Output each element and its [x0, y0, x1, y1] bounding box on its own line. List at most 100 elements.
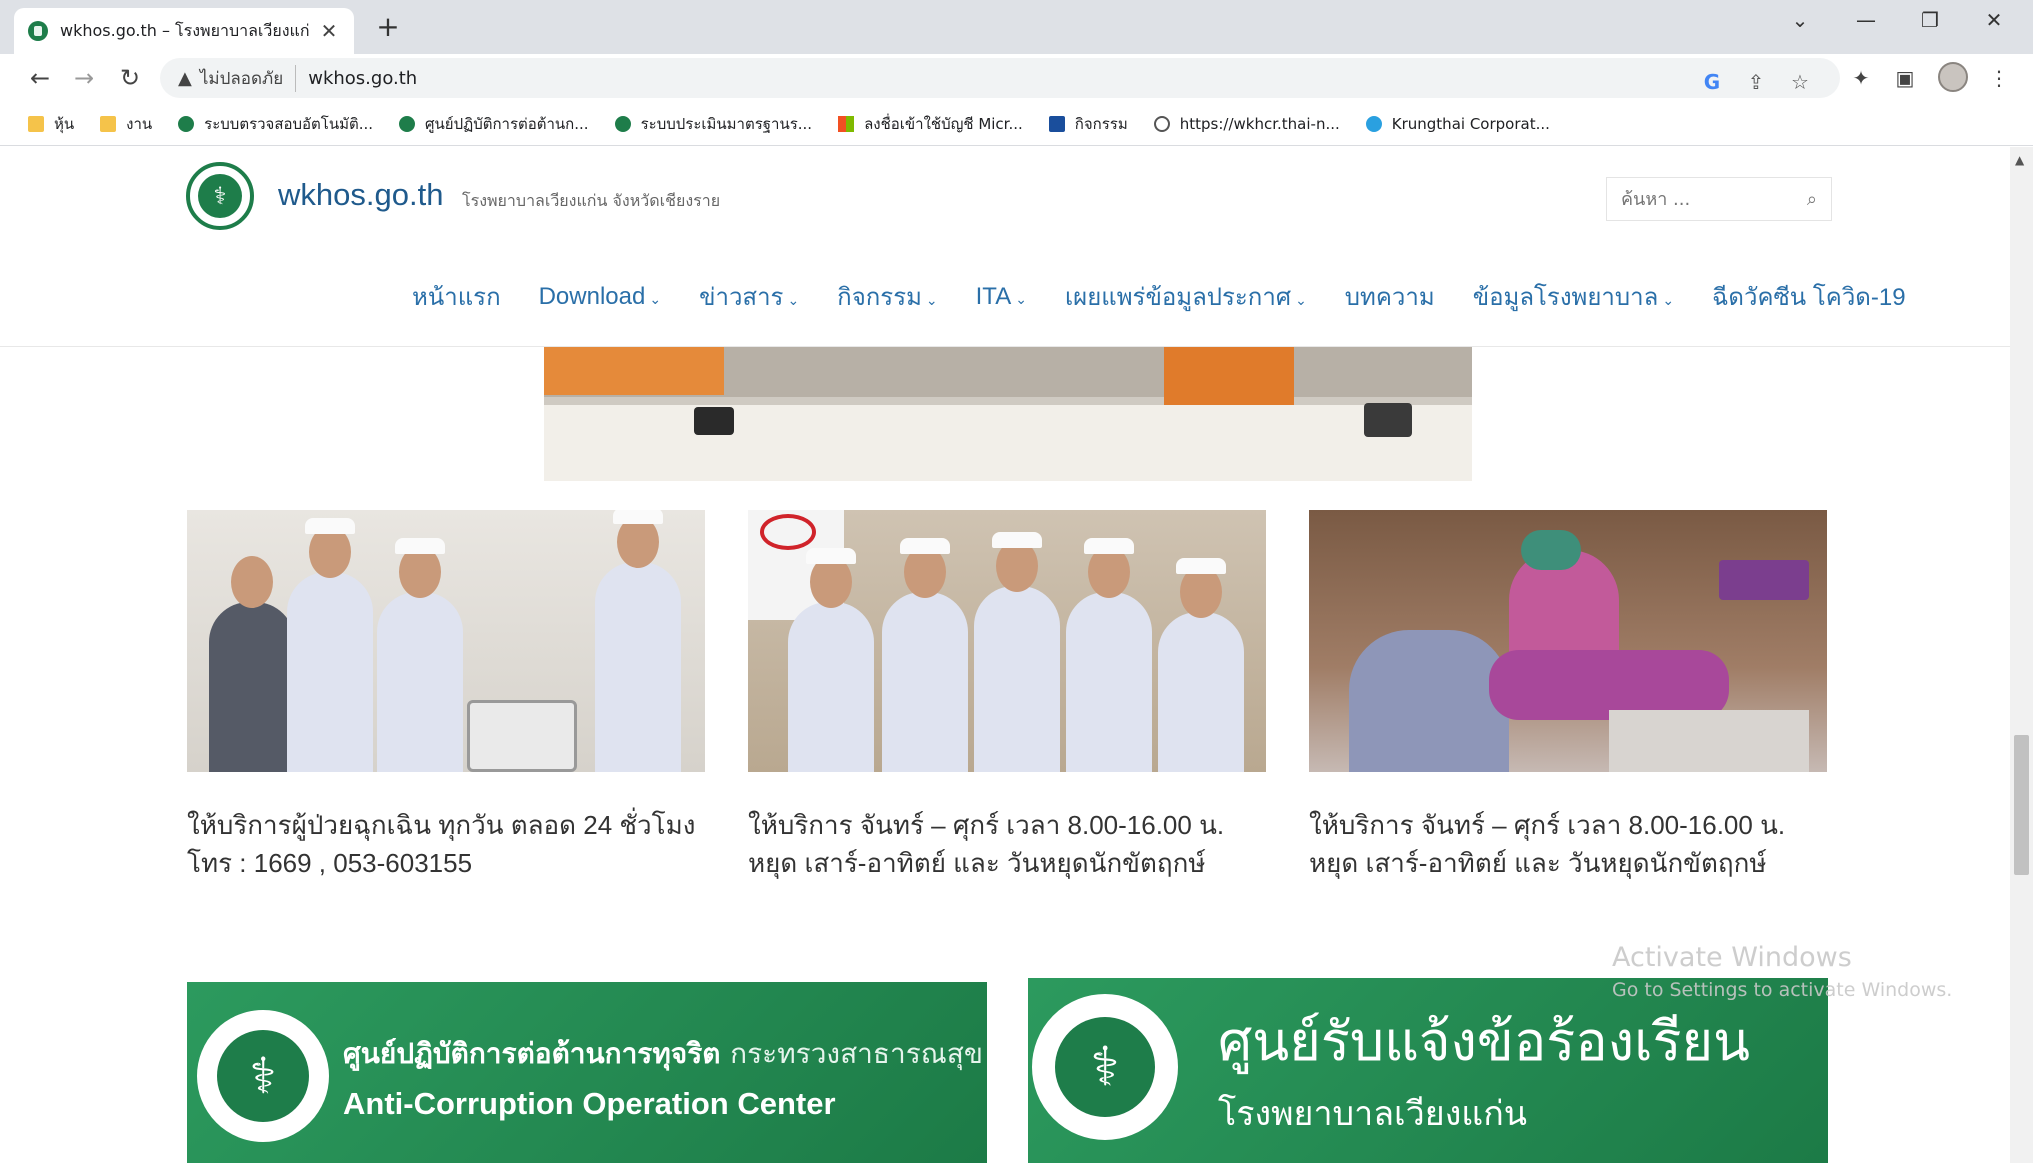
emergency-staff-photo[interactable] [187, 510, 705, 772]
restore-button[interactable]: ❐ [1910, 8, 1950, 32]
google-lens-icon[interactable]: G [1698, 70, 1726, 94]
scrollbar-thumb[interactable] [2014, 735, 2029, 875]
bookmark-label: https://wkhcr.thai-n... [1179, 114, 1340, 133]
tab-strip: wkhos.go.th – โรงพยาบาลเวียงแก่น ✕ + ⌄ —… [0, 0, 2033, 54]
banner-title: ศูนย์รับแจ้งข้อร้องเรียน [1218, 1010, 1751, 1073]
chevron-down-icon: ⌄ [1015, 290, 1027, 307]
complaint-center-banner[interactable]: ⚕ ศูนย์รับแจ้งข้อร้องเรียน โรงพยาบาลเวีย… [1028, 978, 1828, 1163]
extensions-icon[interactable]: ✦ [1846, 66, 1876, 90]
close-window-button[interactable]: ✕ [1974, 8, 2014, 32]
menu-item-announcements[interactable]: เผยแพร่ข้อมูลประกาศ ⌄ [1065, 277, 1307, 316]
chevron-down-icon: ⌄ [1295, 292, 1307, 308]
favicon-icon [28, 21, 48, 41]
share-icon[interactable]: ⇪ [1742, 70, 1770, 94]
back-button[interactable]: ← [24, 62, 56, 94]
anti-corruption-banner[interactable]: ⚕ ศูนย์ปฏิบัติการต่อต้านการทุจริต กระทรว… [187, 982, 987, 1163]
bookmark-label: กิจกรรม [1074, 114, 1128, 133]
reload-button[interactable]: ↻ [114, 62, 146, 94]
bookmark-star-icon[interactable]: ☆ [1786, 70, 1814, 94]
card-caption[interactable]: ให้บริการ จันทร์ – ศุกร์ เวลา 8.00-16.00… [1309, 806, 1827, 882]
bookmark-item[interactable]: Krungthai Corporat... [1365, 114, 1550, 133]
bookmark-label: หุ้น [54, 114, 75, 133]
bookmark-item[interactable]: ลงชื่อเข้าใช้บัญชี Micr... [838, 112, 1023, 136]
browser-window: wkhos.go.th – โรงพยาบาลเวียงแก่น ✕ + ⌄ —… [0, 0, 2033, 1163]
caduceus-icon: ⚕ [198, 174, 242, 218]
menu-item-activities[interactable]: กิจกรรม ⌄ [837, 277, 937, 316]
site-title[interactable]: wkhos.go.th [278, 177, 443, 213]
menu-label: ข่าวสาร [699, 284, 784, 311]
browser-toolbar: ← → ↻ ▲ ไม่ปลอดภัย wkhos.go.th G ⇪ ☆ ✦ ▣… [0, 54, 2033, 102]
caption-line: หยุด เสาร์-อาทิตย์ และ วันหยุดนักขัตฤกษ์ [748, 848, 1206, 878]
site-search: ⌕ [1606, 177, 1832, 221]
tab-search-icon[interactable]: ⌄ [1780, 8, 1820, 32]
bookmark-item[interactable]: งาน [100, 112, 152, 136]
page-scrollbar[interactable]: ▲ [2010, 147, 2033, 1163]
bookmark-item[interactable]: https://wkhcr.thai-n... [1153, 114, 1340, 133]
url-text[interactable]: wkhos.go.th [308, 68, 417, 89]
browser-menu-icon[interactable]: ⋮ [1984, 66, 2014, 90]
bookmark-item[interactable]: ศูนย์ปฏิบัติการต่อต้านก... [399, 112, 589, 136]
menu-label: บทความ [1344, 284, 1435, 311]
caption-line: ให้บริการ จันทร์ – ศุกร์ เวลา 8.00-16.00… [1309, 810, 1786, 840]
profile-avatar[interactable] [1938, 62, 1968, 92]
caption-line: ให้บริการผู้ป่วยฉุกเฉิน ทุกวัน ตลอด 24 ช… [187, 810, 696, 840]
watermark-line: Activate Windows [1612, 942, 1852, 973]
card-caption[interactable]: ให้บริการผู้ป่วยฉุกเฉิน ทุกวัน ตลอด 24 ช… [187, 806, 705, 882]
search-input[interactable] [1621, 188, 1781, 210]
menu-item-hospital-info[interactable]: ข้อมูลโรงพยาบาล ⌄ [1473, 277, 1674, 316]
moph-logo-icon [614, 115, 631, 132]
bookmark-item[interactable]: ระบบประเมินมาตรฐานร... [614, 112, 813, 136]
forward-button[interactable]: → [68, 62, 100, 94]
caption-line: หยุด เสาร์-อาทิตย์ และ วันหยุดนักขัตฤกษ์ [1309, 848, 1767, 878]
menu-item-news[interactable]: ข่าวสาร ⌄ [699, 277, 799, 316]
bookmark-item[interactable]: หุ้น [28, 112, 74, 136]
dental-clinic-photo[interactable] [1309, 510, 1827, 772]
bookmark-item[interactable]: ระบบตรวจสอบอัตโนมัติ... [178, 112, 373, 136]
side-panel-icon[interactable]: ▣ [1890, 66, 1920, 90]
menu-item-covid-vaccine[interactable]: ฉีดวัคซีน โควิด-19 [1712, 277, 1906, 316]
menu-label: กิจกรรม [837, 284, 922, 311]
krungthai-icon [1365, 115, 1382, 132]
folder-icon [100, 115, 117, 132]
globe-icon [1153, 115, 1170, 132]
nurses-group-photo[interactable] [748, 510, 1266, 772]
site-tagline: โรงพยาบาลเวียงแก่น จังหวัดเชียงราย [462, 191, 721, 210]
calendar-icon [1048, 115, 1065, 132]
banner-thai-title: ศูนย์ปฏิบัติการต่อต้านการทุจริต กระทรวงส… [343, 1037, 983, 1070]
menu-item-home[interactable]: หน้าแรก [412, 277, 501, 316]
banner-english-title: Anti-Corruption Operation Center [343, 1086, 836, 1121]
browser-tab[interactable]: wkhos.go.th – โรงพยาบาลเวียงแก่น ✕ [14, 8, 354, 54]
menu-item-ita[interactable]: ITA ⌄ [976, 283, 1027, 311]
tab-title: wkhos.go.th – โรงพยาบาลเวียงแก่น [60, 20, 310, 40]
bookmark-label: ลงชื่อเข้าใช้บัญชี Micr... [864, 114, 1023, 133]
hospital-seal-icon: ⚕ [1032, 994, 1178, 1140]
chevron-down-icon: ⌄ [1662, 292, 1675, 308]
menu-label: หน้าแรก [412, 284, 501, 311]
service-card: ให้บริการ จันทร์ – ศุกร์ เวลา 8.00-16.00… [1309, 510, 1827, 882]
bookmark-label: ระบบประเมินมาตรฐานร... [640, 114, 813, 133]
service-card: ให้บริการผู้ป่วยฉุกเฉิน ทุกวัน ตลอด 24 ช… [187, 510, 705, 882]
hospital-logo[interactable]: ⚕ [186, 162, 254, 230]
insecure-label[interactable]: ไม่ปลอดภัย [200, 64, 297, 92]
menu-item-download[interactable]: Download ⌄ [539, 283, 661, 311]
bookmark-label: งาน [126, 114, 153, 133]
new-tab-button[interactable]: + [372, 12, 404, 44]
bookmarks-bar: หุ้น งาน ระบบตรวจสอบอัตโนมัติ... ศูนย์ปฏ… [0, 102, 2033, 146]
bookmark-item[interactable]: กิจกรรม [1048, 112, 1128, 136]
menu-item-articles[interactable]: บทความ [1345, 277, 1435, 316]
menu-label: ฉีดวัคซีน โควิด-19 [1712, 284, 1906, 311]
caption-line: โทร : 1669 , 053-603155 [187, 848, 473, 878]
tab-close-icon[interactable]: ✕ [318, 19, 340, 43]
warning-icon: ▲ [178, 67, 192, 89]
address-bar[interactable]: ▲ ไม่ปลอดภัย wkhos.go.th G ⇪ ☆ [160, 58, 1840, 98]
scroll-up-icon[interactable]: ▲ [2015, 153, 2024, 167]
moph-logo-icon [178, 115, 195, 132]
main-menu: หน้าแรก Download ⌄ ข่าวสาร ⌄ กิจกรรม ⌄ ITA ⌄… [412, 277, 1906, 316]
bookmark-label: Krungthai Corporat... [1391, 114, 1550, 133]
card-caption[interactable]: ให้บริการ จันทร์ – ศุกร์ เวลา 8.00-16.00… [748, 806, 1266, 882]
page-viewport: ⚕ wkhos.go.th โรงพยาบาลเวียงแก่น จังหวัด… [0, 147, 2010, 1163]
search-icon[interactable]: ⌕ [1807, 189, 1817, 210]
menu-label: ข้อมูลโรงพยาบาล [1472, 284, 1659, 311]
minimize-button[interactable]: — [1846, 8, 1886, 32]
caption-line: ให้บริการ จันทร์ – ศุกร์ เวลา 8.00-16.00… [748, 810, 1225, 840]
